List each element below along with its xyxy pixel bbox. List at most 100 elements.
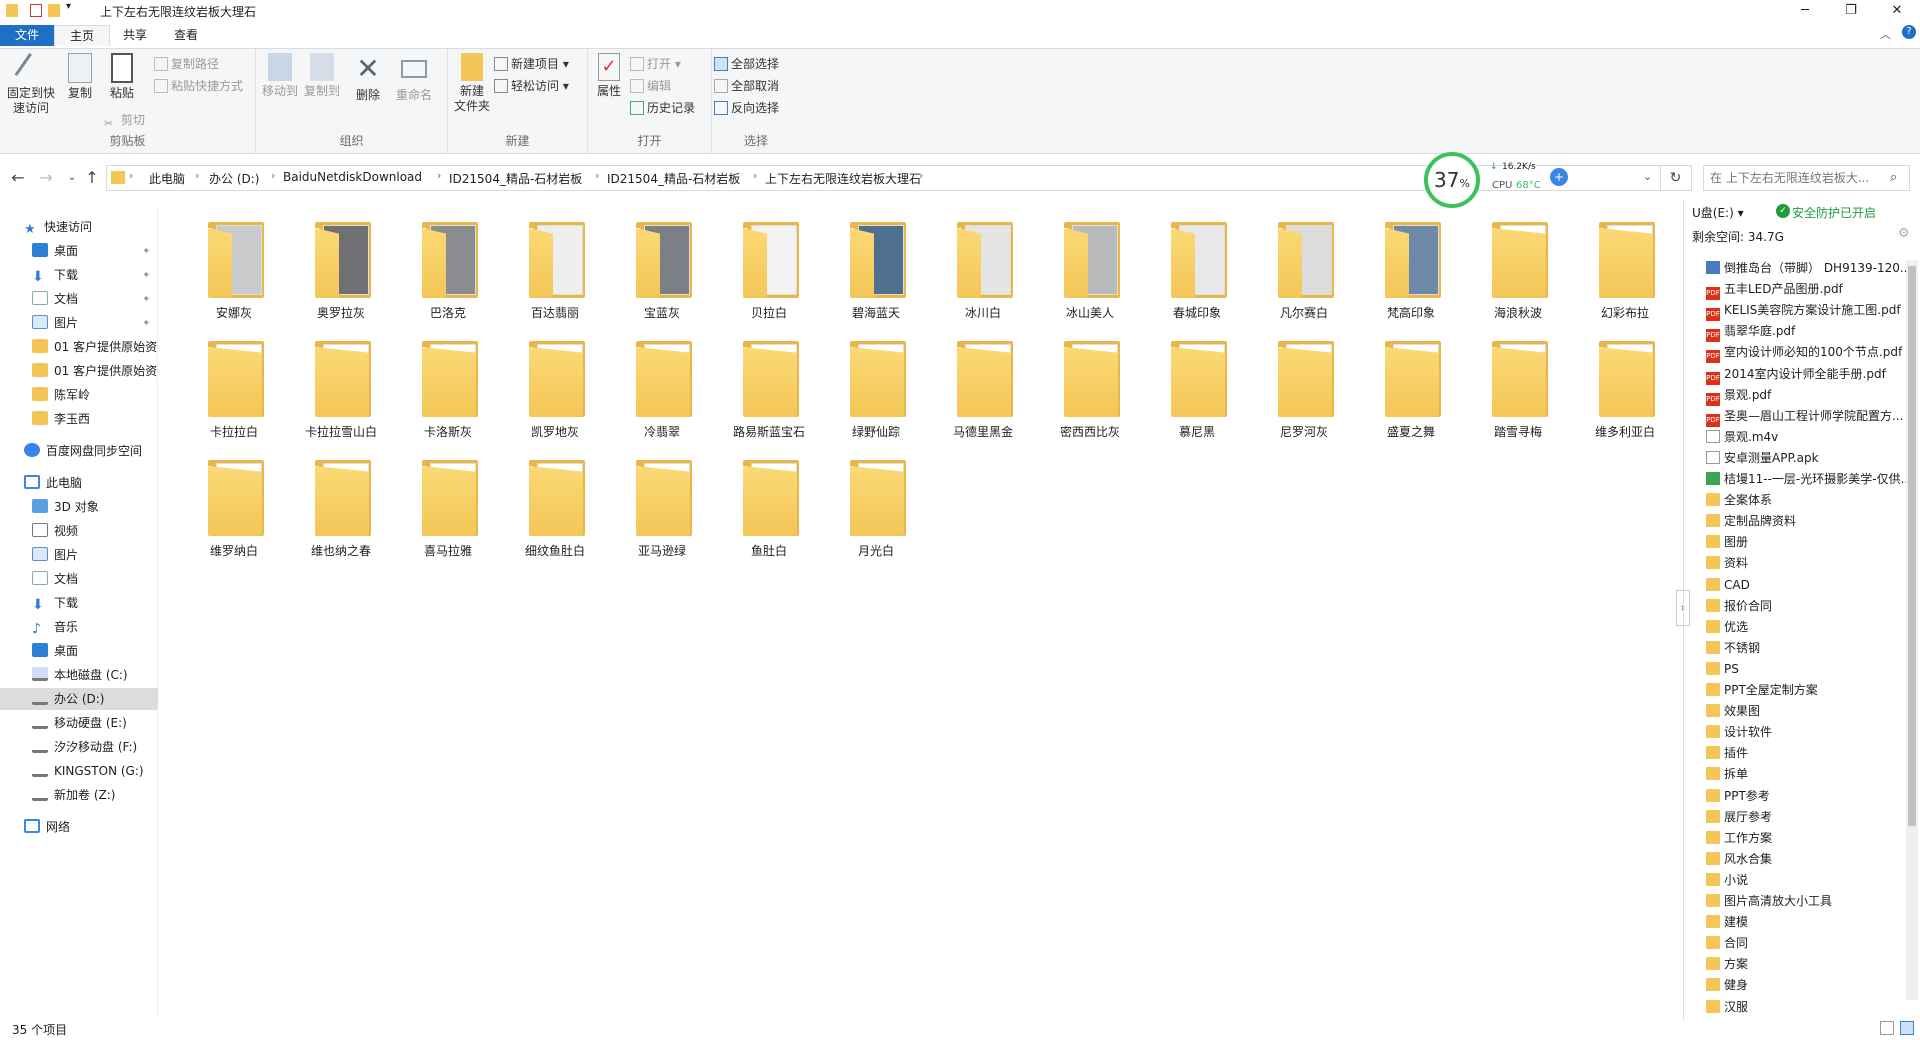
nav-li-yuxi[interactable]: 李玉西 xyxy=(32,408,90,430)
folder-item[interactable]: 宝蓝灰 xyxy=(614,212,710,322)
nav-baidu-sync[interactable]: 百度网盘同步空间 xyxy=(24,440,142,462)
nav-pc-desktop[interactable]: 桌面 xyxy=(32,640,78,662)
udisk-list-item[interactable]: PS xyxy=(1706,659,1906,680)
history-button[interactable]: 历史记录 xyxy=(630,99,695,117)
udisk-list-item[interactable]: 建模 xyxy=(1706,912,1906,933)
nav-3d-objects[interactable]: 3D 对象 xyxy=(32,496,99,518)
tab-file[interactable]: 文件 xyxy=(0,25,54,46)
udisk-list-item[interactable]: 方案 xyxy=(1706,954,1906,975)
udisk-list-item[interactable]: 汉服 xyxy=(1706,997,1906,1018)
folder-item[interactable]: 春城印象 xyxy=(1149,212,1245,322)
udisk-list-item[interactable]: PDF 五丰LED产品图册.pdf xyxy=(1706,279,1906,301)
udisk-list-item[interactable]: CAD xyxy=(1706,575,1906,596)
copy-to-button[interactable]: 复制到 xyxy=(302,53,342,99)
udisk-list-item[interactable]: PPT全屋定制方案 xyxy=(1706,680,1906,701)
nav-pc-pictures[interactable]: 图片 xyxy=(32,544,78,566)
gear-icon[interactable]: ⚙ xyxy=(1898,226,1910,241)
folder-item[interactable]: 慕尼黑 xyxy=(1149,331,1245,441)
nav-desktop[interactable]: 桌面 xyxy=(32,240,78,262)
folder-item[interactable]: 绿野仙踪 xyxy=(828,331,924,441)
nav-this-pc[interactable]: 此电脑 xyxy=(24,472,82,494)
breadcrumb-baidu-download[interactable]: BaiduNetdiskDownload xyxy=(283,170,422,184)
udisk-list-item[interactable]: PDF KELIS美容院方案设计施工图.pdf xyxy=(1706,300,1906,322)
folder-item[interactable]: 冷翡翠 xyxy=(614,331,710,441)
copy-path-button[interactable]: 复制路径 xyxy=(154,55,219,73)
drive-selector[interactable]: U盘(E:) ▾ xyxy=(1692,204,1744,221)
folder-item[interactable]: 冰山美人 xyxy=(1042,212,1138,322)
back-arrow-icon[interactable]: ← xyxy=(8,168,28,188)
forward-arrow-icon[interactable]: → xyxy=(36,168,56,188)
folder-item[interactable]: 海浪秋波 xyxy=(1470,212,1566,322)
udisk-list-item[interactable]: PDF 室内设计师必知的100个节点.pdf xyxy=(1706,342,1906,364)
scrollbar-thumb[interactable] xyxy=(1908,266,1916,826)
folder-item[interactable]: 安娜灰 xyxy=(186,212,282,322)
tab-view[interactable]: 查看 xyxy=(160,25,212,46)
paste-button[interactable]: 粘贴 xyxy=(104,53,140,101)
udisk-list-item[interactable]: PDF 2014室内设计师全能手册.pdf xyxy=(1706,364,1906,385)
breadcrumb-current[interactable]: 上下左右无限连纹岩板大理石 xyxy=(765,170,921,187)
udisk-list-item[interactable]: 优选 xyxy=(1706,617,1906,638)
folder-item[interactable]: 凡尔赛白 xyxy=(1256,212,1352,322)
breadcrumb-this-pc[interactable]: 此电脑 xyxy=(149,170,185,187)
new-folder-button[interactable]: 新建 文件夹 xyxy=(452,53,492,114)
udisk-list-item[interactable]: PDF 圣奥—眉山工程计师学院配置方... xyxy=(1706,406,1906,427)
folder-item[interactable]: 卡洛斯灰 xyxy=(400,331,496,441)
nav-music[interactable]: ♪ 音乐 xyxy=(32,616,78,638)
folder-item[interactable]: 亚马逊绿 xyxy=(614,450,710,560)
large-icons-view-icon[interactable] xyxy=(1900,1021,1914,1035)
nav-drive-f[interactable]: 汐汐移动盘 (F:) xyxy=(32,736,137,758)
folder-item[interactable]: 维罗纳白 xyxy=(186,450,282,560)
new-folder-icon[interactable] xyxy=(48,4,60,17)
folder-item[interactable]: 马德里黑金 xyxy=(935,331,1031,441)
new-item-button[interactable]: 新建项目 ▾ xyxy=(494,55,569,73)
folder-item[interactable]: 喜马拉雅 xyxy=(400,450,496,560)
udisk-list-item[interactable]: 资料 xyxy=(1706,553,1906,574)
udisk-list-item[interactable]: 不锈钢 xyxy=(1706,638,1906,659)
udisk-list-item[interactable]: 合同 xyxy=(1706,933,1906,954)
pin-quick-access-button[interactable]: 固定到快 速访问 xyxy=(4,53,58,116)
udisk-list-item[interactable]: 拆单 xyxy=(1706,764,1906,785)
folder-item[interactable]: 凯罗地灰 xyxy=(507,331,603,441)
open-button[interactable]: 打开 ▾ xyxy=(630,55,681,73)
select-all-button[interactable]: 全部选择 xyxy=(714,55,779,73)
udisk-list-item[interactable]: PPT参考 xyxy=(1706,786,1906,807)
refresh-button[interactable]: ↻ xyxy=(1660,165,1692,191)
breadcrumb-stone-2[interactable]: ID21504_精品-石材岩板 xyxy=(607,170,740,187)
nav-drive-c[interactable]: 本地磁盘 (C:) xyxy=(32,664,128,686)
folder-item[interactable]: 路易斯蓝宝石 xyxy=(721,331,817,441)
udisk-list-item[interactable]: PDF 景观.pdf xyxy=(1706,385,1906,406)
search-icon[interactable]: ⌕ xyxy=(1890,170,1897,185)
udisk-list-item[interactable]: 倒推岛台（带脚） DH9139-120... xyxy=(1706,258,1906,279)
up-arrow-icon[interactable]: ↑ xyxy=(82,168,102,188)
address-history-chevron-icon[interactable]: ⌄ xyxy=(1643,170,1652,183)
udisk-list-item[interactable]: 安卓测量APP.apk xyxy=(1706,448,1906,469)
nav-pc-documents[interactable]: 文档 xyxy=(32,568,78,590)
udisk-list-item[interactable]: 小说 xyxy=(1706,870,1906,891)
rename-button[interactable]: 重命名 xyxy=(392,53,436,103)
udisk-list-item[interactable]: 图册 xyxy=(1706,532,1906,553)
nav-drive-g[interactable]: KINGSTON (G:) xyxy=(32,760,144,782)
customize-quick-access-icon[interactable]: ▾ xyxy=(66,1,78,17)
select-none-button[interactable]: 全部取消 xyxy=(714,77,779,95)
nav-chen-junling[interactable]: 陈军岭 xyxy=(32,384,90,406)
cut-button[interactable]: ✂ 剪切 xyxy=(104,111,145,130)
nav-quick-access[interactable]: ★ 快速访问 xyxy=(24,216,92,238)
folder-item[interactable]: 碧海蓝天 xyxy=(828,212,924,322)
nav-pc-downloads[interactable]: ⬇ 下载 xyxy=(32,592,78,614)
properties-icon[interactable] xyxy=(30,4,42,17)
folder-item[interactable]: 卡拉拉白 xyxy=(186,331,282,441)
udisk-list-item[interactable]: 图片高清放大小工具 xyxy=(1706,891,1906,912)
close-button[interactable]: ✕ xyxy=(1874,0,1920,22)
folder-item[interactable]: 踏雪寻梅 xyxy=(1470,331,1566,441)
easy-access-button[interactable]: 轻松访问 ▾ xyxy=(494,77,569,95)
nav-client-files-1[interactable]: 01 客户提供原始资 xyxy=(32,336,158,358)
udisk-list-item[interactable]: 设计软件 xyxy=(1706,722,1906,743)
folder-item[interactable]: 月光白 xyxy=(828,450,924,560)
folder-item[interactable]: 幻彩布拉 xyxy=(1577,212,1673,322)
udisk-list-item[interactable]: 景观.m4v xyxy=(1706,427,1906,448)
search-input[interactable] xyxy=(1710,171,1885,185)
folder-item[interactable]: 卡拉拉雪山白 xyxy=(293,331,389,441)
udisk-list-item[interactable]: 插件 xyxy=(1706,743,1906,764)
details-view-icon[interactable] xyxy=(1880,1021,1894,1035)
breadcrumb-stone-1[interactable]: ID21504_精品-石材岩板 xyxy=(449,170,582,187)
